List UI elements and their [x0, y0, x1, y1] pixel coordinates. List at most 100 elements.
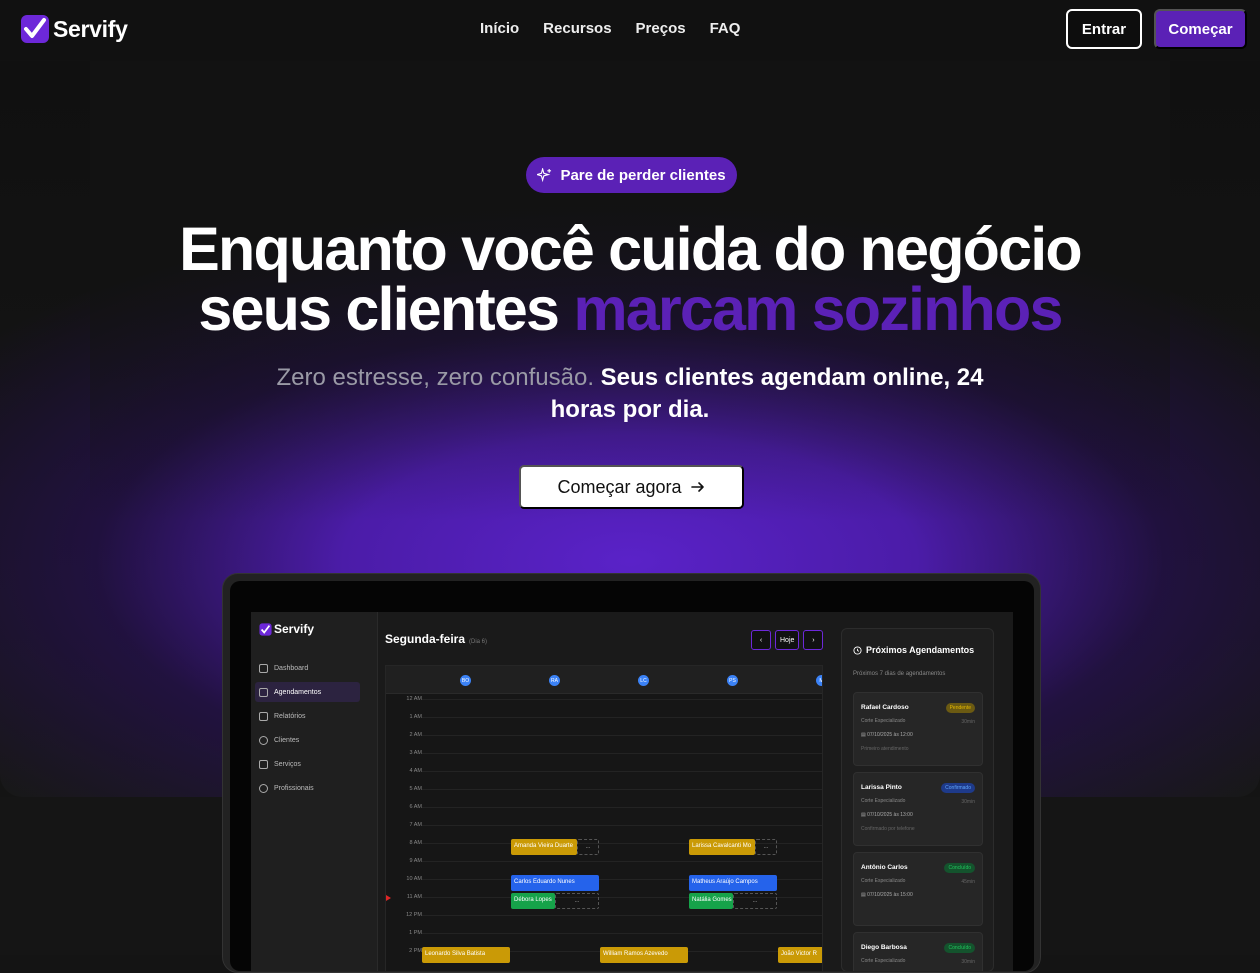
appointment-date: ▤ 07/10/2025 às 15:00 [861, 892, 913, 898]
hour-label: 7 AM [409, 822, 422, 828]
client-name: Larissa Pinto [861, 784, 902, 791]
hour-label: 6 AM [409, 804, 422, 810]
upcoming-appointments-panel: Próximos Agendamentos Próximos 7 dias de… [841, 628, 994, 971]
appointment-date: ▤ 07/10/2025 às 13:00 [861, 812, 913, 818]
sidebar-item-label: Clientes [274, 736, 300, 744]
appointment-event[interactable]: Larissa Cavalcanti Mo [689, 839, 755, 855]
empty-slot[interactable]: ... [555, 893, 599, 909]
hour-label: 9 AM [409, 858, 422, 864]
hour-gridline [422, 915, 822, 916]
upcoming-subtitle: Próximos 7 dias de agendamentos [853, 671, 946, 677]
hour-label: 4 AM [409, 768, 422, 774]
empty-slot[interactable]: ... [755, 839, 777, 855]
date-text: 07/10/2025 às 13:00 [867, 812, 913, 818]
appointment-note: Confirmado por telefone [861, 826, 915, 832]
next-day-button[interactable]: › [803, 630, 824, 650]
staff-avatar[interactable]: RA [549, 675, 560, 686]
duration: 30min [961, 719, 975, 725]
hero-title-line2: seus clientes marcam sozinhos [0, 279, 1260, 340]
staff-avatar[interactable]: BO [460, 675, 471, 686]
staff-avatar[interactable]: LC [638, 675, 649, 686]
service-name: Corte Especializado [861, 798, 906, 804]
sidebar-item-agendamentos[interactable]: Agendamentos [255, 682, 360, 702]
main-nav: Início Recursos Preços FAQ [480, 20, 740, 37]
sidebar-item-profissionais[interactable]: Profissionais [255, 778, 360, 798]
empty-slot[interactable]: ... [733, 893, 777, 909]
hour-gridline [422, 699, 822, 700]
sidebar-item-label: Serviços [274, 760, 301, 768]
calendar-nav: ‹ Hoje › [751, 630, 824, 650]
appointment-card[interactable]: Antônio Carlos Concluído Corte Especializa… [853, 852, 983, 926]
service-name: Corte Especializado [861, 958, 906, 964]
client-name: Antônio Carlos [861, 864, 908, 871]
nav-link-faq[interactable]: FAQ [710, 20, 741, 37]
hero-badge: Pare de perder clientes [526, 157, 737, 193]
hour-label: 12 AM [406, 696, 422, 702]
hour-label: 12 PM [406, 912, 422, 918]
hero-subtitle-muted: Zero estresse, zero confusão. [276, 364, 594, 391]
hour-gridline [422, 753, 822, 754]
duration: 30min [961, 959, 975, 965]
hero-title-line1: Enquanto você cuida do negócio [179, 215, 1083, 283]
day-title: Segunda-feira [385, 632, 466, 646]
report-icon [259, 711, 268, 721]
hero-badge-text: Pare de perder clientes [560, 166, 726, 184]
appointment-event[interactable]: Leonardo Silva Batista [422, 947, 510, 963]
login-button[interactable]: Entrar [1066, 9, 1142, 49]
appointment-event[interactable]: Carlos Eduardo Nunes [511, 875, 599, 891]
cta-start-now-button[interactable]: Começar agora [519, 465, 744, 509]
sidebar-item-clientes[interactable]: Clientes [255, 730, 360, 750]
sidebar-item-servicos[interactable]: Serviços [255, 754, 360, 774]
users-icon [259, 735, 268, 745]
empty-slot[interactable]: ... [577, 839, 599, 855]
calendar-grid: BO RA LC PS M 12 AM 1 AM 2 AM 3 AM 4 AM 5 AM 6… [385, 665, 823, 971]
nav-link-precos[interactable]: Preços [636, 20, 686, 37]
appointment-event[interactable]: Natália Gomes [689, 893, 733, 909]
user-icon [259, 783, 268, 793]
duration: 30min [961, 799, 975, 805]
brand-logo[interactable]: Servify [20, 14, 128, 44]
staff-avatar[interactable]: PS [727, 675, 738, 686]
status-badge: Pendente [945, 703, 975, 713]
app-preview: Servify Dashboard Agendamentos Relatório… [251, 612, 1013, 971]
appointment-event[interactable]: João Victor R [778, 947, 822, 963]
appointment-card[interactable]: Diego Barbosa Concluído Corte Especializad… [853, 932, 983, 971]
nav-link-recursos[interactable]: Recursos [543, 20, 611, 37]
signup-button[interactable]: Começar [1154, 9, 1247, 49]
sparkles-icon [537, 167, 552, 182]
duration: 45min [961, 879, 975, 885]
today-button[interactable]: Hoje [775, 630, 800, 650]
staff-avatar[interactable]: M [816, 675, 822, 686]
hero-subtitle: Zero estresse, zero confusão. Seus clien… [250, 362, 1010, 426]
sidebar-item-relatorios[interactable]: Relatórios [255, 706, 360, 726]
appointment-event[interactable]: Amanda Vieira Duarte [511, 839, 577, 855]
hour-label: 5 AM [409, 786, 422, 792]
appointment-note: Primeiro atendimento [861, 746, 909, 752]
hour-gridline [422, 825, 822, 826]
upcoming-title: Próximos Agendamentos [853, 645, 974, 655]
appointment-event[interactable]: Matheus Araújo Campos [689, 875, 777, 891]
appointment-event[interactable]: Débora Lopes [511, 893, 555, 909]
app-preview-screen: Servify Dashboard Agendamentos Relatório… [230, 581, 1034, 971]
current-time-marker-icon [386, 895, 391, 901]
appointment-card[interactable]: Rafael Cardoso Pendente Corte Especializad… [853, 692, 983, 766]
calendar-icon [259, 687, 268, 697]
hour-gridline [422, 861, 822, 862]
date-text: 07/10/2025 às 15:00 [867, 892, 913, 898]
service-name: Corte Especializado [861, 878, 906, 884]
nav-link-inicio[interactable]: Início [480, 20, 519, 37]
hour-label: 10 AM [406, 876, 422, 882]
upcoming-title-text: Próximos Agendamentos [866, 645, 975, 655]
day-tag: (Dia 6) [469, 639, 488, 645]
sidebar-item-dashboard[interactable]: Dashboard [255, 658, 360, 678]
sidebar-item-label: Agendamentos [274, 688, 322, 696]
hero-title-accent: marcam sozinhos [573, 275, 1063, 343]
appointment-event[interactable]: William Ramos Azevedo [600, 947, 688, 963]
prev-day-button[interactable]: ‹ [751, 630, 771, 650]
sidebar-item-label: Dashboard [274, 664, 309, 672]
app-preview-laptop: Servify Dashboard Agendamentos Relatório… [222, 573, 1041, 973]
chart-icon [259, 663, 268, 673]
hero-subtitle-strong: Seus clientes agendam online, 24 horas p… [550, 364, 984, 423]
appointment-card[interactable]: Larissa Pinto Confirmado Corte Especializa… [853, 772, 983, 846]
top-navbar: Servify Início Recursos Preços FAQ Entra… [0, 0, 1260, 61]
